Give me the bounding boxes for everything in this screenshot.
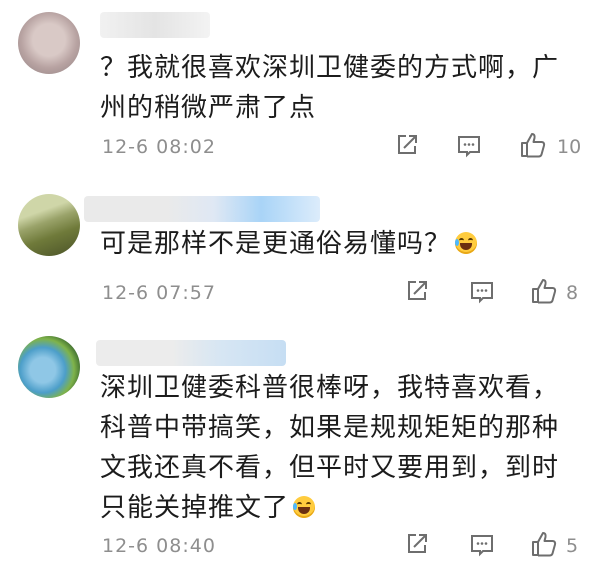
comment-timestamp: 12-6 08:40 (102, 535, 216, 557)
share-icon[interactable] (405, 532, 429, 556)
like-count: 10 (557, 136, 582, 158)
comment-text: 深圳卫健委科普很棒呀，我特喜欢看，科普中带搞笑，如果是规规矩矩的那种文我还真不看… (100, 368, 580, 528)
username-blurred[interactable] (100, 12, 210, 38)
share-icon[interactable] (405, 279, 429, 303)
comment-timestamp: 12-6 08:02 (102, 136, 216, 158)
like-count: 5 (566, 535, 579, 557)
reply-icon[interactable] (456, 134, 482, 158)
avatar[interactable] (18, 194, 80, 256)
share-icon[interactable] (395, 133, 419, 157)
comment-text-content: 可是那样不是更通俗易懂吗？ (100, 229, 452, 259)
avatar[interactable] (18, 12, 80, 74)
like-icon[interactable] (519, 131, 547, 159)
comment-text: ？我就很喜欢深圳卫健委的方式啊，广州的稍微严肃了点 (100, 53, 560, 123)
reply-icon[interactable] (469, 280, 495, 304)
comment-text-content: 深圳卫健委科普很棒呀，我特喜欢看，科普中带搞笑，如果是规规矩矩的那种文我还真不看… (100, 373, 560, 523)
like-count: 8 (566, 282, 579, 304)
username-blurred[interactable] (96, 340, 286, 366)
like-icon[interactable] (530, 530, 558, 558)
laughing-emoji-icon (455, 232, 478, 254)
reply-icon[interactable] (469, 533, 495, 557)
avatar[interactable] (18, 336, 80, 398)
comment-text: 可是那样不是更通俗易懂吗？ (100, 224, 580, 264)
comment-timestamp: 12-6 07:57 (102, 282, 216, 304)
like-icon[interactable] (530, 277, 558, 305)
username-blurred[interactable] (84, 196, 320, 222)
laughing-emoji-icon (293, 496, 316, 518)
